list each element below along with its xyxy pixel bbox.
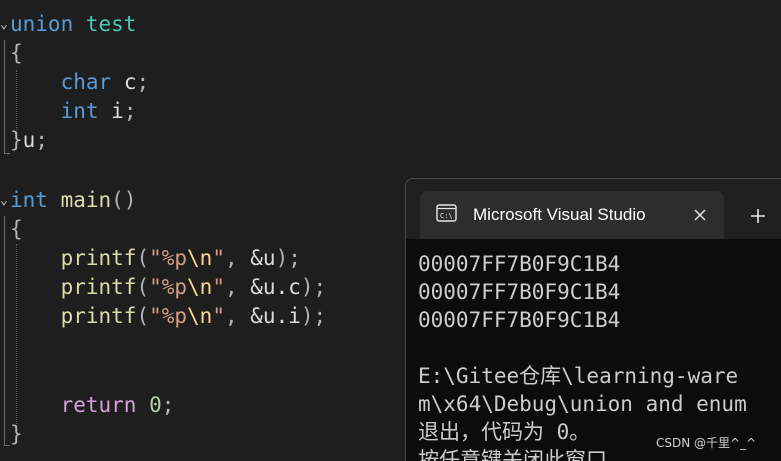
printf-argument: &u xyxy=(250,246,276,270)
scope-guide-line xyxy=(4,216,5,446)
terminal-tab-title: Microsoft Visual Studio xyxy=(473,205,646,224)
return-keyword: return xyxy=(60,393,137,417)
printf-argument: &u.c xyxy=(250,275,301,299)
console-app-icon: C:\ xyxy=(436,204,457,222)
union-keyword: union xyxy=(10,12,74,36)
function-name: main xyxy=(60,188,112,212)
plus-icon[interactable] xyxy=(749,207,767,225)
fold-chevron-icon[interactable]: ⌄ xyxy=(0,194,8,207)
code-line: printf("%p\n", &u.i); xyxy=(60,304,327,328)
terminal-output: 00007FF7B0F9C1B4 00007FF7B0F9C1B4 00007F… xyxy=(418,250,781,461)
fold-chevron-icon[interactable]: ⌄ xyxy=(0,18,8,31)
code-line: } xyxy=(10,422,23,446)
member-name: c xyxy=(123,70,137,94)
return-type-keyword: int xyxy=(10,188,48,212)
type-keyword: int xyxy=(60,99,99,123)
terminal-output-line: 00007FF7B0F9C1B4 xyxy=(418,280,621,304)
code-line: { xyxy=(10,41,23,65)
watermark: CSDN @千里^_^ xyxy=(656,436,757,450)
terminal-output-line: 00007FF7B0F9C1B4 xyxy=(418,308,621,332)
terminal-tab-bar: C:\ Microsoft Visual Studio xyxy=(406,179,781,239)
terminal-output-line: m\x64\Debug\union and enum xyxy=(418,392,747,416)
code-line: int i; xyxy=(60,99,137,123)
code-line: printf("%p\n", &u); xyxy=(60,246,301,270)
code-line: union test xyxy=(10,10,136,39)
terminal-tab[interactable]: C:\ Microsoft Visual Studio xyxy=(420,191,724,239)
printf-call: printf xyxy=(60,304,137,328)
code-line: { xyxy=(10,217,23,241)
svg-text:C:\: C:\ xyxy=(440,212,453,220)
printf-argument: &u.i xyxy=(250,304,301,328)
close-icon[interactable] xyxy=(692,207,708,223)
terminal-output-line: E:\Gitee仓库\learning-ware xyxy=(418,364,739,388)
terminal-output-line: 00007FF7B0F9C1B4 xyxy=(418,252,621,276)
printf-call: printf xyxy=(60,275,137,299)
code-line: printf("%p\n", &u.c); xyxy=(60,275,327,299)
printf-call: printf xyxy=(60,246,137,270)
code-line: return 0; xyxy=(60,393,175,417)
member-name: i xyxy=(111,99,124,123)
code-line: }u; xyxy=(10,128,48,152)
debug-console-window[interactable]: C:\ Microsoft Visual Studio 00007FF7B0F9… xyxy=(405,178,781,461)
type-keyword: char xyxy=(60,70,112,94)
scope-guide-line xyxy=(4,40,5,154)
union-variable: u xyxy=(22,128,36,152)
union-name: test xyxy=(85,12,137,36)
code-line: char c; xyxy=(60,70,150,94)
code-line: int main() xyxy=(10,188,137,212)
return-value: 0 xyxy=(149,393,162,417)
